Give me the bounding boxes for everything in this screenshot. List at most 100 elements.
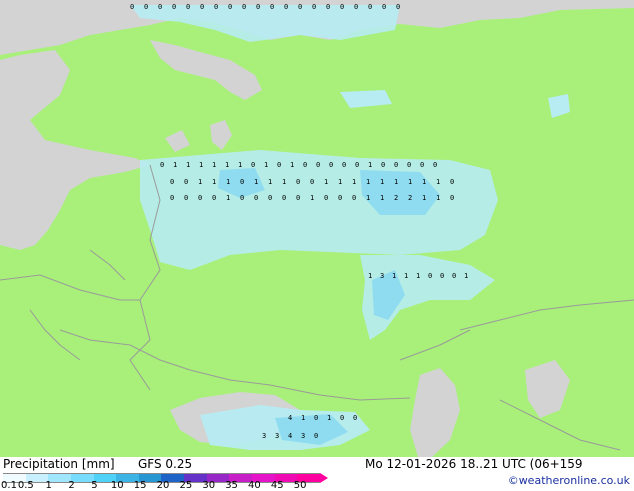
grid-value: 0: [312, 3, 316, 11]
grid-value: 1: [380, 194, 384, 202]
copyright-link[interactable]: ©weatheronline.co.uk: [508, 474, 630, 487]
scale-label: 10: [110, 480, 124, 491]
grid-value: 2: [408, 194, 412, 202]
grid-value: 1: [436, 178, 440, 186]
grid-value: 2: [394, 194, 398, 202]
scale-label: 35: [225, 480, 238, 491]
grid-value: 0: [270, 3, 274, 11]
scale-label: 2: [68, 480, 75, 491]
grid-value: 1: [282, 178, 286, 186]
weather-map: 0 0 0 0 0 0 0 0 0 0 0 0 0 0 0 0 0 0 0 0 0 1 1 1 1 1 1 0 1 0 1 0 0 0 0 0 1 0 0 0…: [0, 0, 634, 457]
grid-value: 0: [296, 178, 300, 186]
grid-value: 1: [226, 194, 230, 202]
scale-label: 20: [156, 480, 170, 491]
grid-value: 1: [173, 161, 177, 169]
grid-value: 0: [268, 194, 272, 202]
grid-value: 0: [144, 3, 148, 11]
grid-value: 1: [310, 194, 314, 202]
grid-value: 1: [290, 161, 294, 169]
scale-label: 40: [248, 480, 261, 491]
grid-value: 0: [450, 178, 454, 186]
grid-value: 1: [186, 161, 190, 169]
grid-value: 1: [380, 178, 384, 186]
grid-value: 1: [352, 178, 356, 186]
grid-value: 0: [440, 272, 444, 280]
grid-value: 1: [268, 178, 272, 186]
grid-value: 1: [422, 194, 426, 202]
grid-value: 0: [368, 3, 372, 11]
grid-value: 0: [428, 272, 432, 280]
grid-value: 0: [284, 3, 288, 11]
grid-value: 0: [407, 161, 411, 169]
grid-value: 0: [420, 161, 424, 169]
grid-value: 0: [160, 161, 164, 169]
grid-value: 1: [366, 194, 370, 202]
grid-value: 1: [225, 161, 229, 169]
scale-label: 45: [270, 480, 284, 491]
grid-value: 0: [184, 178, 188, 186]
grid-value: 1: [254, 178, 258, 186]
grid-value: 1: [238, 161, 242, 169]
footer-model: GFS 0.25: [138, 457, 193, 471]
scale-label: 25: [179, 480, 193, 491]
grid-value: 0: [316, 161, 320, 169]
grid-value: 1: [392, 272, 396, 280]
scale-label: 50: [293, 480, 307, 491]
grid-value: 0: [314, 432, 318, 440]
grid-value: 0: [170, 178, 174, 186]
grid-value: 1: [394, 178, 398, 186]
grid-value: 3: [275, 432, 279, 440]
grid-value: 0: [184, 194, 188, 202]
precip-scale-labels: 0.1 0.5 1 2 5 10 15 20 25 30 35 40 45 50: [0, 480, 340, 491]
scale-label: 15: [133, 480, 147, 491]
grid-value: 1: [301, 414, 305, 422]
grid-value: 0: [256, 3, 260, 11]
grid-value: 1: [368, 272, 372, 280]
grid-value: 0: [433, 161, 437, 169]
grid-value: 0: [214, 3, 218, 11]
grid-value: 0: [240, 178, 244, 186]
grid-value: 0: [314, 414, 318, 422]
grid-value: 0: [172, 3, 176, 11]
grid-value: 1: [226, 178, 230, 186]
footer-title: Precipitation [mm]: [3, 457, 115, 471]
grid-value: 0: [240, 194, 244, 202]
grid-value: 4: [288, 414, 292, 422]
grid-value: 0: [277, 161, 281, 169]
grid-value: 1: [408, 178, 412, 186]
grid-value: 0: [329, 161, 333, 169]
grid-value: 0: [251, 161, 255, 169]
grid-value: 0: [340, 414, 344, 422]
grid-value: 1: [212, 161, 216, 169]
grid-value: 1: [368, 161, 372, 169]
grid-value: 0: [396, 3, 400, 11]
grid-value: 4: [288, 432, 292, 440]
map-canvas: 0 0 0 0 0 0 0 0 0 0 0 0 0 0 0 0 0 0 0 0 0 1 1 1 1 1 1 0 1 0 1 0 0 0 0 0 1 0 0 0…: [0, 0, 634, 457]
grid-value: 0: [450, 194, 454, 202]
scale-label: 0.1: [1, 480, 17, 491]
grid-value: 1: [422, 178, 426, 186]
grid-value: 3: [301, 432, 305, 440]
grid-value: 0: [452, 272, 456, 280]
grid-value: 0: [186, 3, 190, 11]
grid-value: 0: [212, 194, 216, 202]
grid-value: 0: [394, 161, 398, 169]
scale-label: 5: [91, 480, 98, 491]
grid-value: 0: [242, 3, 246, 11]
grid-value: 1: [338, 178, 342, 186]
scale-label: 0.5: [17, 480, 34, 491]
scale-label: 30: [202, 480, 216, 491]
grid-value: 1: [366, 178, 370, 186]
grid-value: 0: [340, 3, 344, 11]
grid-value: 1: [212, 178, 216, 186]
grid-value: 3: [380, 272, 384, 280]
grid-value: 0: [324, 194, 328, 202]
grid-value: 0: [282, 194, 286, 202]
grid-value: 0: [228, 3, 232, 11]
grid-value: 0: [303, 161, 307, 169]
grid-value: 0: [130, 3, 134, 11]
grid-value: 1: [264, 161, 268, 169]
grid-value: 0: [170, 194, 174, 202]
grid-value: 0: [310, 178, 314, 186]
scale-label: 1: [45, 480, 52, 491]
